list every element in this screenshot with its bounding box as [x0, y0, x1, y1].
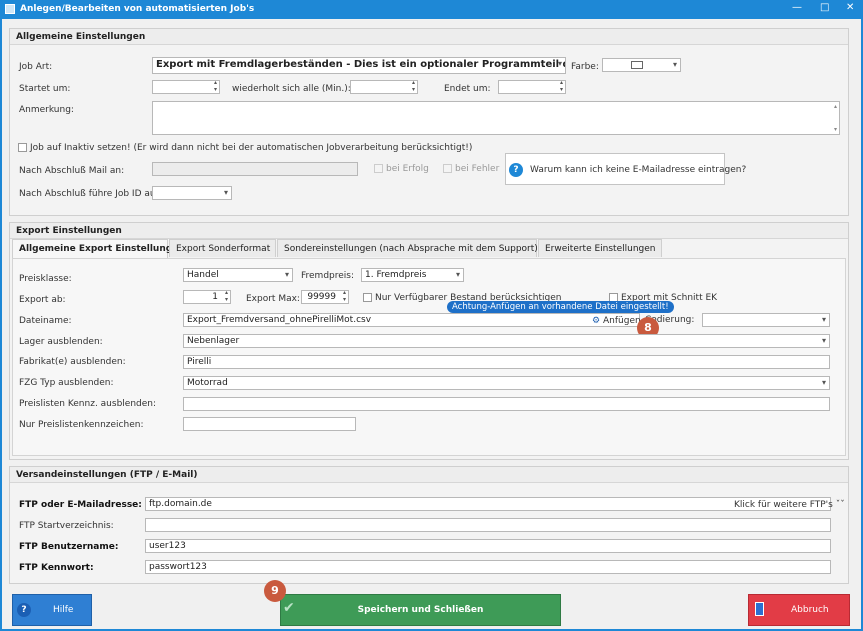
fabrikat-input[interactable]: Pirelli	[183, 355, 830, 369]
job-id-label: Nach Abschluß führe Job ID aus:	[19, 189, 164, 199]
general-settings-header: Allgemeine Einstellungen	[10, 29, 848, 45]
ftp-more-link[interactable]: Klick für weitere FTP's ˇˇ	[734, 500, 845, 510]
save-close-button[interactable]: ✔ Speichern und Schließen	[280, 594, 561, 626]
help-question-icon: ?	[509, 163, 523, 177]
fremdpreis-select[interactable]: 1. Fremdpreis	[361, 268, 464, 282]
nur-preislisten-label: Nur Preislistenkennzeichen:	[19, 420, 144, 430]
anfuegen-label[interactable]: Anfügen	[603, 316, 641, 326]
fabrikat-label: Fabrikat(e) ausblenden:	[19, 357, 126, 367]
erfolg-checkbox[interactable]	[374, 164, 383, 173]
password-label: FTP Kennwort:	[19, 563, 94, 573]
wiederholt-input[interactable]	[350, 80, 418, 94]
startet-time-input[interactable]	[152, 80, 220, 94]
minimize-button[interactable]: —	[792, 2, 802, 13]
lager-select[interactable]: Nebenlager	[183, 334, 830, 348]
tab-allgemeine-export[interactable]: Allgemeine Export Einstellungen	[12, 239, 185, 258]
cancel-button-label: Abbruch	[791, 605, 829, 615]
nur-verfuegbar-checkbox[interactable]	[363, 293, 372, 302]
codierung-select[interactable]	[702, 313, 830, 327]
export-settings-header: Export Einstellungen	[10, 223, 848, 239]
versand-settings-header: Versandeinstellungen (FTP / E-Mail)	[10, 467, 848, 483]
email-help-text: Warum kann ich keine E-Mailadresse eintr…	[530, 165, 747, 175]
username-label: FTP Benutzername:	[19, 542, 119, 552]
help-icon: ?	[17, 603, 31, 617]
help-button-label: Hilfe	[53, 605, 74, 615]
dateiname-input[interactable]: Export_Fremdversand_ohnePirelliMot.csv	[183, 313, 640, 327]
export-max-input[interactable]: 99999	[301, 290, 349, 304]
scroll-down-icon[interactable]: ▾	[834, 126, 837, 133]
window-title: Anlegen/Bearbeiten von automatisierten J…	[20, 4, 255, 14]
preislisten-input[interactable]	[183, 397, 830, 411]
fzg-label: FZG Typ ausblenden:	[19, 378, 114, 388]
farbe-label: Farbe:	[571, 62, 599, 72]
close-button[interactable]: ✕	[846, 2, 854, 13]
title-bar: Anlegen/Bearbeiten von automatisierten J…	[0, 0, 863, 19]
anmerkung-label: Anmerkung:	[19, 105, 74, 115]
anmerkung-textarea[interactable]: ▴ ▾	[152, 101, 840, 135]
ftp-input[interactable]: ftp.domain.de	[145, 497, 831, 511]
help-button[interactable]: ? Hilfe	[12, 594, 92, 626]
nur-preislisten-input[interactable]	[183, 417, 356, 431]
inaktiv-label: Job auf Inaktiv setzen! (Er wird dann ni…	[30, 143, 473, 153]
save-button-label: Speichern und Schließen	[357, 605, 484, 615]
start-dir-label: FTP Startverzeichnis:	[19, 521, 114, 531]
preisklasse-select[interactable]: Handel	[183, 268, 293, 282]
farbe-color-picker[interactable]	[602, 58, 681, 72]
endet-time-input[interactable]	[498, 80, 566, 94]
start-dir-input[interactable]	[145, 518, 831, 532]
app-icon	[5, 4, 15, 14]
email-help-box[interactable]: ? Warum kann ich keine E-Mailadresse ein…	[505, 153, 746, 185]
export-max-label: Export Max:	[246, 294, 300, 304]
job-art-label: Job Art:	[19, 62, 53, 72]
startet-label: Startet um:	[19, 84, 71, 94]
tab-sondereinstellungen[interactable]: Sondereinstellungen (nach Absprache mit …	[277, 239, 538, 257]
color-swatch-icon	[631, 61, 643, 69]
fehler-label: bei Fehler	[455, 164, 500, 174]
wiederholt-label: wiederholt sich alle (Min.):	[232, 84, 351, 94]
preislisten-label: Preislisten Kennz. ausblenden:	[19, 399, 157, 409]
mail-input[interactable]	[152, 162, 358, 176]
mail-label: Nach Abschluß Mail an:	[19, 166, 125, 176]
fehler-checkbox[interactable]	[443, 164, 452, 173]
export-tabs: Allgemeine Export Einstellungen Export S…	[12, 239, 846, 259]
cancel-button[interactable]: Abbruch	[748, 594, 850, 626]
lager-label: Lager ausblenden:	[19, 337, 103, 347]
scroll-up-icon[interactable]: ▴	[834, 103, 837, 110]
step-badge-9: 9	[264, 580, 286, 602]
fremdpreis-label: Fremdpreis:	[301, 271, 355, 281]
exit-door-icon	[755, 602, 764, 616]
job-id-select[interactable]	[152, 186, 232, 200]
erfolg-label: bei Erfolg	[386, 164, 429, 174]
password-input[interactable]: passwort123	[145, 560, 831, 574]
ftp-label: FTP oder E-Mailadresse:	[19, 500, 142, 510]
tab-export-sonderformat[interactable]: Export Sonderformat	[169, 239, 276, 257]
maximize-button[interactable]: □	[820, 2, 829, 13]
dateiname-label: Dateiname:	[19, 316, 72, 326]
inaktiv-checkbox[interactable]	[18, 143, 27, 152]
export-ab-input[interactable]: 1	[183, 290, 231, 304]
export-ab-label: Export ab:	[19, 295, 66, 305]
username-input[interactable]: user123	[145, 539, 831, 553]
preisklasse-label: Preisklasse:	[19, 274, 72, 284]
gear-icon[interactable]: ⚙	[592, 316, 600, 326]
tab-erweiterte-einstellungen[interactable]: Erweiterte Einstellungen	[538, 239, 662, 257]
append-warning-tooltip: Achtung-Anfügen an vorhandene Datei eing…	[447, 301, 674, 313]
endet-label: Endet um:	[444, 84, 491, 94]
fzg-select[interactable]: Motorrad	[183, 376, 830, 390]
job-art-select[interactable]: Export mit Fremdlagerbeständen - Dies is…	[152, 57, 566, 74]
